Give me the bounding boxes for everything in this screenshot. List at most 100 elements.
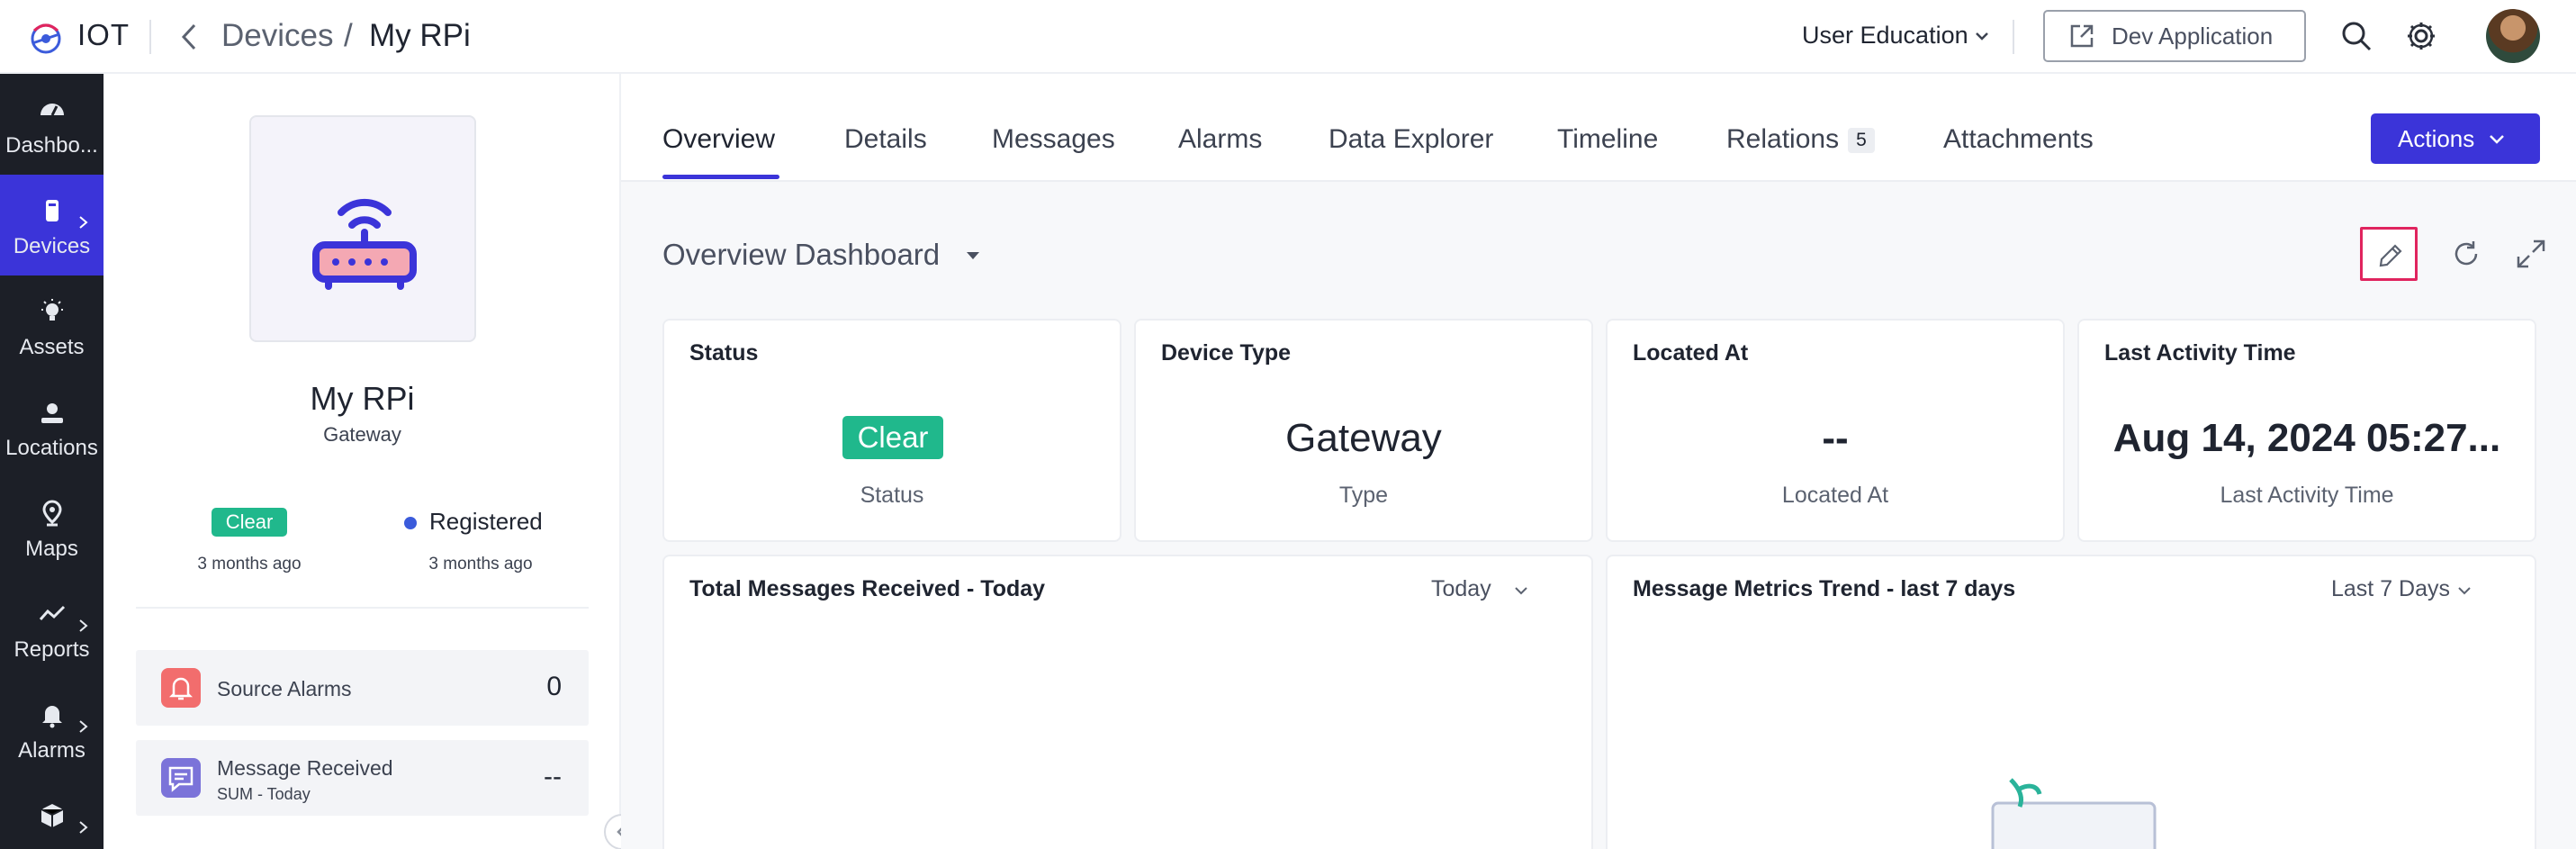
card-value: -- (1822, 416, 1849, 460)
card-value: Aug 14, 2024 05:27... (2112, 416, 2501, 460)
stat-sublabel: SUM - Today (217, 785, 311, 803)
nav-label: Reports (14, 637, 90, 662)
device-type: Gateway (323, 423, 401, 446)
chevron-right-icon (79, 619, 88, 632)
relations-count-badge: 5 (1848, 128, 1875, 154)
card-subtitle: Located At (1781, 483, 1889, 508)
widget-title: Message Metrics Trend - last 7 days (1633, 576, 2016, 601)
nav-label: Alarms (18, 738, 86, 763)
tab-messages[interactable]: Messages (992, 124, 1115, 155)
stat-label: Message Received (217, 756, 393, 780)
back-arrow-icon[interactable] (176, 20, 203, 54)
user-avatar[interactable] (2486, 9, 2540, 63)
card-title: Device Type (1161, 340, 1292, 366)
card-title: Last Activity Time (2104, 340, 2296, 366)
message-metrics-widget: Message Metrics Trend - last 7 days Last… (1606, 555, 2536, 849)
device-image[interactable] (249, 115, 476, 342)
box-icon (41, 804, 64, 827)
external-link-icon (2070, 24, 2094, 48)
nav-item-reports[interactable]: Reports (0, 578, 104, 679)
device-type-card: Device Type Gateway Type (1134, 319, 1593, 542)
chevron-down-icon[interactable] (2457, 585, 2472, 596)
top-header: IOT Devices / My RPi User Education Dev … (0, 0, 2576, 74)
total-messages-widget: Total Messages Received - Today Today (662, 555, 1593, 849)
device-name: My RPi (310, 380, 415, 417)
registration-status: Registered (429, 508, 543, 535)
registered-dot-icon (404, 517, 417, 529)
chevron-down-icon (2490, 135, 2505, 144)
main-content: Overview Details Messages Alarms Data Ex… (621, 74, 2576, 849)
caret-down-icon[interactable] (965, 250, 981, 261)
empty-state-illustration-icon (1991, 778, 2157, 849)
last-activity-card: Last Activity Time Aug 14, 2024 05:27...… (2077, 319, 2536, 542)
nav-item-more[interactable] (0, 780, 104, 849)
chevron-right-icon (79, 821, 88, 834)
card-title: Status (689, 340, 759, 366)
header-divider (2013, 20, 2014, 54)
nav-item-assets[interactable]: Assets (0, 275, 104, 376)
active-tab-indicator (662, 175, 779, 179)
status-badge: Clear (842, 416, 943, 459)
map-pin-icon (42, 500, 62, 527)
nav-item-devices[interactable]: Devices (0, 175, 104, 275)
card-subtitle: Status (860, 483, 924, 508)
nav-label: Assets (19, 335, 85, 359)
router-icon (312, 198, 417, 290)
bulb-icon (41, 299, 63, 321)
breadcrumb-current: My RPi (369, 18, 471, 53)
tab-data-explorer[interactable]: Data Explorer (1329, 124, 1493, 155)
nav-item-dashboards[interactable]: Dashbo... (0, 74, 104, 175)
left-nav: Dashbo... Devices Assets Locations Maps … (0, 74, 104, 849)
nav-label: Dashbo... (5, 133, 98, 158)
dev-application-label: Dev Application (2112, 22, 2274, 50)
chevron-down-icon[interactable] (1973, 27, 1991, 45)
nav-label: Maps (25, 537, 78, 561)
tab-bar: Overview Details Messages Alarms Data Ex… (621, 74, 2576, 182)
tab-timeline[interactable]: Timeline (1557, 124, 1658, 155)
bell-icon (42, 706, 62, 728)
refresh-icon[interactable] (2450, 238, 2482, 270)
nav-item-maps[interactable]: Maps (0, 477, 104, 578)
status-badge: Clear (212, 508, 287, 537)
edit-dashboard-button[interactable] (2360, 227, 2418, 281)
nav-label: Locations (5, 436, 98, 460)
divider (136, 607, 589, 609)
trend-icon (39, 605, 66, 620)
actions-button[interactable]: Actions (2371, 113, 2540, 164)
tab-alarms[interactable]: Alarms (1178, 124, 1262, 155)
stat-value: -- (544, 762, 562, 791)
dev-application-button[interactable]: Dev Application (2043, 10, 2306, 62)
tab-details[interactable]: Details (844, 124, 927, 155)
message-received-row[interactable]: Message Received SUM - Today -- (136, 740, 589, 816)
location-icon (41, 403, 63, 423)
dashboard-selector[interactable]: Overview Dashboard (662, 238, 940, 272)
tab-attachments[interactable]: Attachments (1943, 124, 2094, 155)
tab-relations-label: Relations (1726, 124, 1840, 154)
chevron-right-icon (79, 720, 88, 733)
gear-icon[interactable] (2405, 20, 2437, 52)
workspace-selector[interactable]: User Education (1802, 22, 1968, 50)
search-icon[interactable] (2340, 20, 2373, 52)
alarm-bell-icon (161, 668, 201, 708)
device-icon (46, 200, 59, 221)
dashboard-icon (41, 104, 64, 116)
header-divider (149, 20, 151, 54)
breadcrumb-devices-link[interactable]: Devices (221, 18, 333, 54)
stat-label: Source Alarms (217, 677, 352, 700)
breadcrumb-separator: / (344, 18, 353, 53)
message-icon (161, 758, 201, 798)
nav-item-locations[interactable]: Locations (0, 376, 104, 477)
expand-icon[interactable] (2515, 238, 2547, 270)
iot-logo-icon[interactable] (25, 16, 67, 58)
card-subtitle: Type (1338, 483, 1389, 508)
tab-relations[interactable]: Relations 5 (1726, 124, 1875, 155)
nav-item-alarms[interactable]: Alarms (0, 679, 104, 780)
tab-overview[interactable]: Overview (662, 124, 775, 155)
status-time: 3 months ago (197, 555, 302, 574)
source-alarms-row[interactable]: Source Alarms 0 (136, 650, 589, 726)
nav-label: Devices (13, 234, 91, 258)
time-filter-dropdown[interactable]: Last 7 Days (2331, 576, 2450, 602)
registration-time: 3 months ago (428, 555, 533, 574)
chevron-down-icon[interactable] (1514, 585, 1528, 596)
time-filter-dropdown[interactable]: Today (1431, 576, 1491, 602)
